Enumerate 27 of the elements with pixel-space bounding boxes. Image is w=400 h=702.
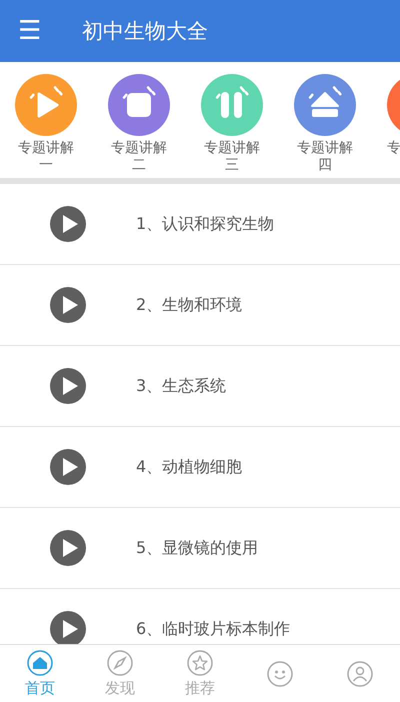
topic-stop-icon[interactable] xyxy=(108,74,170,136)
topic-label[interactable]: 专题讲解二 xyxy=(107,140,171,174)
topic-label[interactable]: 专题讲解一 xyxy=(14,140,78,174)
topic-pause-icon[interactable] xyxy=(201,74,263,136)
face-icon[interactable] xyxy=(267,660,293,686)
nav-tab[interactable]: 首页 xyxy=(0,645,80,702)
play-icon[interactable] xyxy=(50,530,86,566)
lesson-title[interactable]: 5、显微镜的使用 xyxy=(136,538,258,558)
lesson-title[interactable]: 6、临时玻片标本制作 xyxy=(136,618,290,640)
lesson-title[interactable]: 3、生态系统 xyxy=(136,376,226,396)
topic-label[interactable]: 专题讲解四 xyxy=(293,140,357,174)
play-icon[interactable] xyxy=(50,287,86,323)
lesson-title[interactable]: 4、动植物细胞 xyxy=(136,456,242,478)
topic-label[interactable]: 专题讲解三 xyxy=(200,140,264,174)
play-icon[interactable] xyxy=(50,206,86,242)
app-title: 初中生物大全 xyxy=(82,18,208,45)
menu-icon[interactable]: ☰ xyxy=(18,18,48,44)
topic-eject-icon[interactable] xyxy=(294,74,356,136)
user-icon[interactable] xyxy=(347,660,373,686)
play-icon[interactable] xyxy=(50,368,86,404)
lesson-title[interactable]: 1、认识和探究生物 xyxy=(136,214,274,234)
play-icon[interactable] xyxy=(50,449,86,485)
lesson-title[interactable]: 2、生物和环境 xyxy=(136,294,242,316)
compass-icon[interactable] xyxy=(107,650,133,676)
play-icon[interactable] xyxy=(50,611,86,644)
topic-play-icon[interactable] xyxy=(15,74,77,136)
home-icon[interactable] xyxy=(27,650,53,676)
